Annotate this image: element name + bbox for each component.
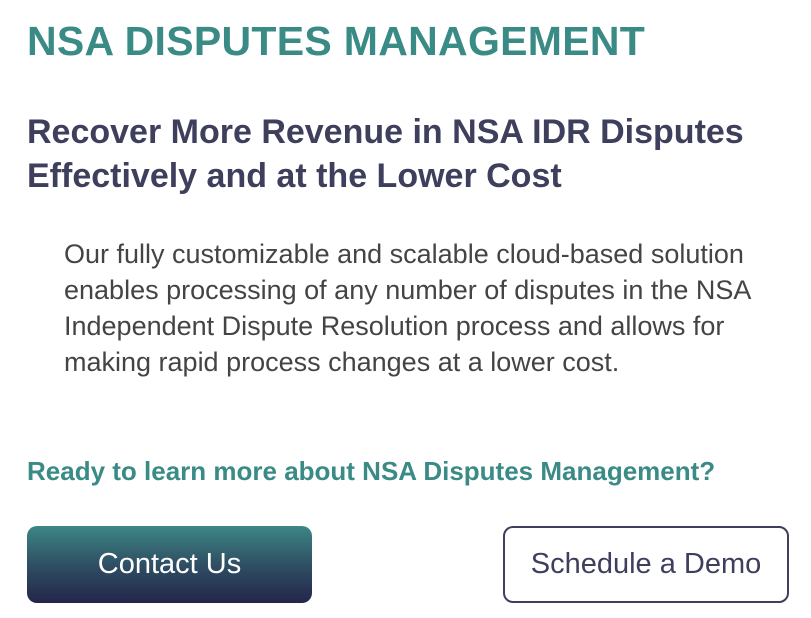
schedule-demo-button[interactable]: Schedule a Demo (503, 526, 789, 603)
cta-question: Ready to learn more about NSA Disputes M… (27, 456, 716, 486)
page-title: NSA DISPUTES MANAGEMENT (27, 18, 646, 64)
description-paragraph: Our fully customizable and scalable clou… (64, 239, 750, 377)
contact-us-button[interactable]: Contact Us (27, 526, 312, 603)
page-subtitle: Recover More Revenue in NSA IDR Disputes… (27, 113, 744, 195)
